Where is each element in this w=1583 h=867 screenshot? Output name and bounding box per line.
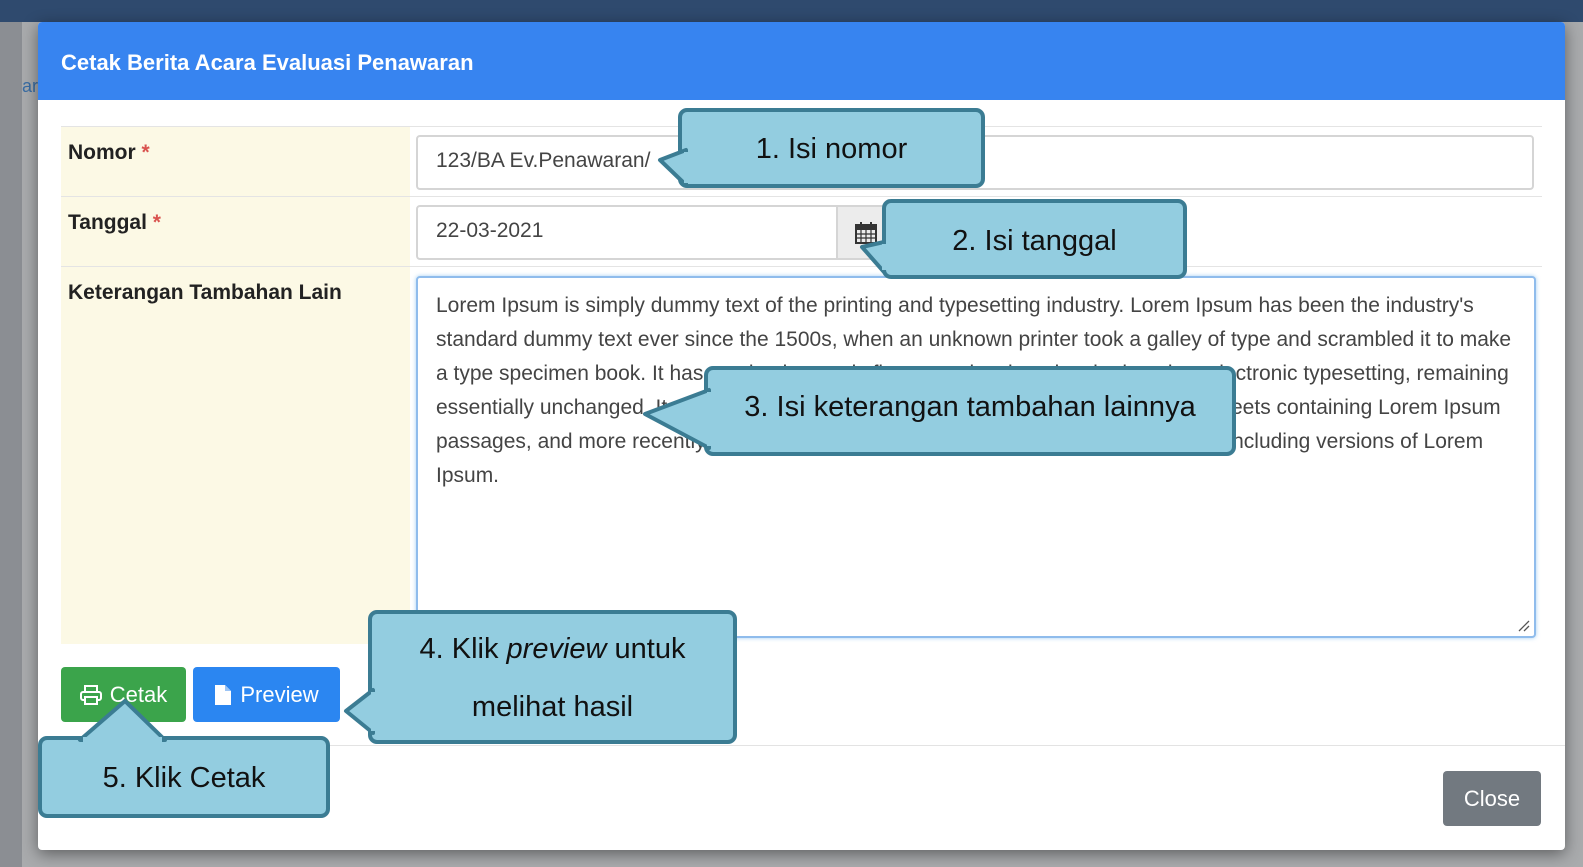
- callout-tails: [78, 148, 888, 743]
